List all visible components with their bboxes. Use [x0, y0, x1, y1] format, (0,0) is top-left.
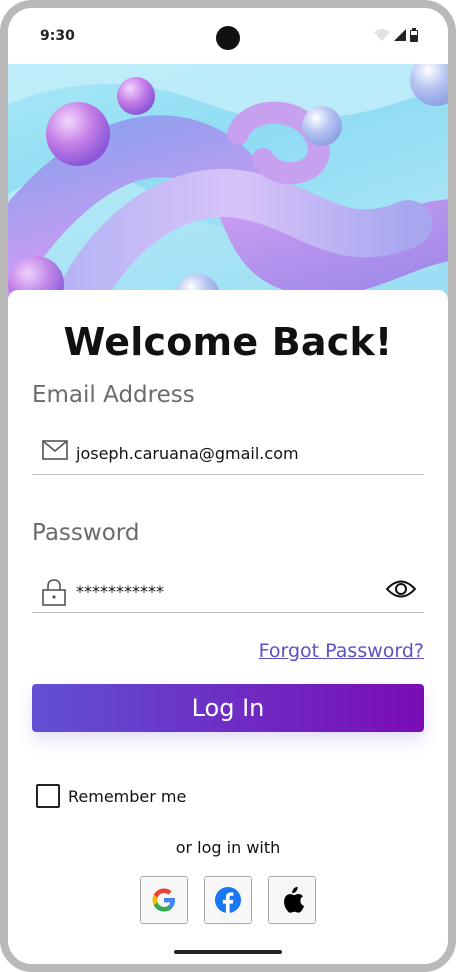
mail-icon	[42, 440, 68, 465]
facebook-icon	[215, 887, 241, 913]
lock-icon	[42, 578, 66, 611]
email-label: Email Address	[32, 382, 195, 408]
google-login-button[interactable]	[140, 876, 188, 924]
home-indicator[interactable]	[174, 950, 282, 954]
email-value: joseph.caruana@gmail.com	[76, 444, 299, 463]
social-divider-text: or log in with	[175, 838, 281, 857]
google-icon	[152, 888, 175, 912]
battery-icon	[410, 28, 418, 42]
password-value: ***********	[76, 582, 164, 601]
social-login-buttons	[8, 876, 448, 924]
apple-icon	[284, 886, 304, 913]
remember-me-checkbox[interactable]	[36, 784, 60, 808]
remember-me[interactable]: Remember me	[36, 784, 186, 808]
forgot-password-link[interactable]: Forgot Password?	[259, 640, 424, 662]
password-label: Password	[32, 520, 140, 546]
login-button[interactable]: Log In	[32, 684, 424, 732]
abstract-3d-shapes-illustration	[8, 64, 448, 304]
facebook-login-button[interactable]	[204, 876, 252, 924]
status-bar: 9:30	[8, 8, 448, 64]
email-field[interactable]: joseph.caruana@gmail.com	[32, 434, 424, 475]
status-time: 9:30	[40, 28, 75, 44]
password-field[interactable]: ***********	[32, 572, 424, 613]
eye-icon[interactable]	[385, 578, 417, 605]
status-icons	[374, 28, 418, 42]
hero-image	[8, 64, 448, 304]
login-card: Welcome Back! Email Address joseph.carua…	[8, 290, 448, 964]
phone-frame: 9:30 Welcome Back! Email Address joseph.…	[0, 0, 456, 972]
camera-cutout	[216, 26, 240, 50]
page-title: Welcome Back!	[63, 320, 393, 364]
apple-login-button[interactable]	[268, 876, 316, 924]
wifi-icon	[374, 29, 390, 41]
remember-me-label: Remember me	[68, 786, 187, 806]
signal-icon	[394, 29, 406, 41]
